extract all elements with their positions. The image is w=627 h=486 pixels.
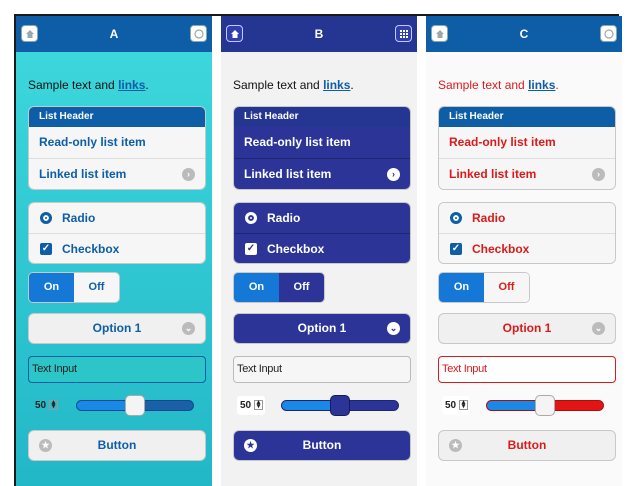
checkbox-icon: ✓ <box>450 243 462 255</box>
slider-track[interactable] <box>76 395 194 416</box>
toggle-on[interactable]: On <box>439 273 484 302</box>
text-input[interactable]: Text Input <box>233 356 411 383</box>
sample-text: Sample text and links. <box>438 78 559 92</box>
control-group: Radio ✓ Checkbox <box>438 202 616 264</box>
panel-title: C <box>519 27 529 41</box>
slider-track[interactable] <box>281 395 399 416</box>
theme-panel-a: A Sample text and links. List Header Rea… <box>16 16 212 486</box>
button[interactable]: ★ Button <box>233 430 411 461</box>
chevron-down-icon: ⌄ <box>182 322 195 335</box>
sample-link[interactable]: links <box>118 78 145 92</box>
comparison-frame: A Sample text and links. List Header Rea… <box>14 14 622 486</box>
theme-panel-b: B Sample text and links. List Header Rea… <box>221 16 417 486</box>
select-menu[interactable]: Option 1 ⌄ <box>28 313 206 344</box>
list-view: List Header Read-only list item Linked l… <box>28 106 206 190</box>
toggle-off[interactable]: Off <box>484 273 529 302</box>
chevron-right-icon: › <box>182 168 195 181</box>
sample-link[interactable]: links <box>323 78 350 92</box>
toggle-off[interactable]: Off <box>279 273 324 302</box>
panel-title: A <box>109 27 119 41</box>
list-header: List Header <box>234 107 410 127</box>
checkbox-option[interactable]: ✓ Checkbox <box>439 233 615 263</box>
spinner-icon[interactable]: ▴ ▾ <box>254 399 263 410</box>
list-item-linked[interactable]: Linked list item › <box>29 158 205 189</box>
radio-button-icon <box>245 212 257 224</box>
spinner-icon[interactable]: ▴ ▾ <box>459 399 468 410</box>
radio-option[interactable]: Radio <box>29 203 205 233</box>
chevron-down-icon: ⌄ <box>387 322 400 335</box>
list-item-linked[interactable]: Linked list item › <box>439 158 615 189</box>
star-icon: ★ <box>39 439 52 452</box>
radio-button-icon <box>40 212 52 224</box>
radio-option[interactable]: Radio <box>234 203 410 233</box>
grid-icon[interactable] <box>395 25 412 42</box>
slider-handle[interactable] <box>535 395 555 416</box>
list-header: List Header <box>29 107 205 127</box>
flip-switch[interactable]: On Off <box>438 272 530 303</box>
sample-link[interactable]: links <box>528 78 555 92</box>
button[interactable]: ★ Button <box>28 430 206 461</box>
checkbox-option[interactable]: ✓ Checkbox <box>234 233 410 263</box>
chevron-right-icon: › <box>387 168 400 181</box>
slider-value-input[interactable]: 50 ▴ ▾ <box>442 396 470 415</box>
radio-option[interactable]: Radio <box>439 203 615 233</box>
list-item-linked[interactable]: Linked list item › <box>234 158 410 189</box>
panel-header: C <box>426 16 622 52</box>
checkbox-icon: ✓ <box>245 243 257 255</box>
select-menu[interactable]: Option 1 ⌄ <box>438 313 616 344</box>
toggle-off[interactable]: Off <box>74 273 119 302</box>
button[interactable]: ★ Button <box>438 430 616 461</box>
panel-title: B <box>314 27 324 41</box>
chevron-down-icon: ⌄ <box>592 322 605 335</box>
control-group: Radio ✓ Checkbox <box>28 202 206 264</box>
home-icon[interactable] <box>226 25 243 42</box>
list-view: List Header Read-only list item Linked l… <box>233 106 411 190</box>
slider-value-input[interactable]: 50 ▴ ▾ <box>32 396 60 415</box>
select-menu[interactable]: Option 1 ⌄ <box>233 313 411 344</box>
text-input[interactable]: Text Input <box>28 356 206 383</box>
grid-icon[interactable] <box>190 25 207 42</box>
home-icon[interactable] <box>21 25 38 42</box>
flip-switch[interactable]: On Off <box>233 272 325 303</box>
slider-handle[interactable] <box>330 395 350 416</box>
list-item-read-only: Read-only list item <box>234 127 410 158</box>
radio-button-icon <box>450 212 462 224</box>
panel-header: A <box>16 16 212 52</box>
grid-icon[interactable] <box>600 25 617 42</box>
home-icon[interactable] <box>431 25 448 42</box>
checkbox-option[interactable]: ✓ Checkbox <box>29 233 205 263</box>
slider-track[interactable] <box>486 395 604 416</box>
flip-switch[interactable]: On Off <box>28 272 120 303</box>
toggle-on[interactable]: On <box>234 273 279 302</box>
slider-handle[interactable] <box>125 395 145 416</box>
slider-value-input[interactable]: 50 ▴ ▾ <box>237 396 265 415</box>
star-icon: ★ <box>244 439 257 452</box>
theme-panel-c: C Sample text and links. List Header Rea… <box>426 16 622 486</box>
sample-text: Sample text and links. <box>233 78 354 92</box>
list-view: List Header Read-only list item Linked l… <box>438 106 616 190</box>
list-item-read-only: Read-only list item <box>439 127 615 158</box>
chevron-right-icon: › <box>592 168 605 181</box>
toggle-on[interactable]: On <box>29 273 74 302</box>
sample-text: Sample text and links. <box>28 78 149 92</box>
text-input[interactable]: Text Input <box>438 356 616 383</box>
list-item-read-only: Read-only list item <box>29 127 205 158</box>
checkbox-icon: ✓ <box>40 243 52 255</box>
star-icon: ★ <box>449 439 462 452</box>
panel-header: B <box>221 16 417 52</box>
spinner-icon[interactable]: ▴ ▾ <box>49 399 58 410</box>
control-group: Radio ✓ Checkbox <box>233 202 411 264</box>
list-header: List Header <box>439 107 615 127</box>
